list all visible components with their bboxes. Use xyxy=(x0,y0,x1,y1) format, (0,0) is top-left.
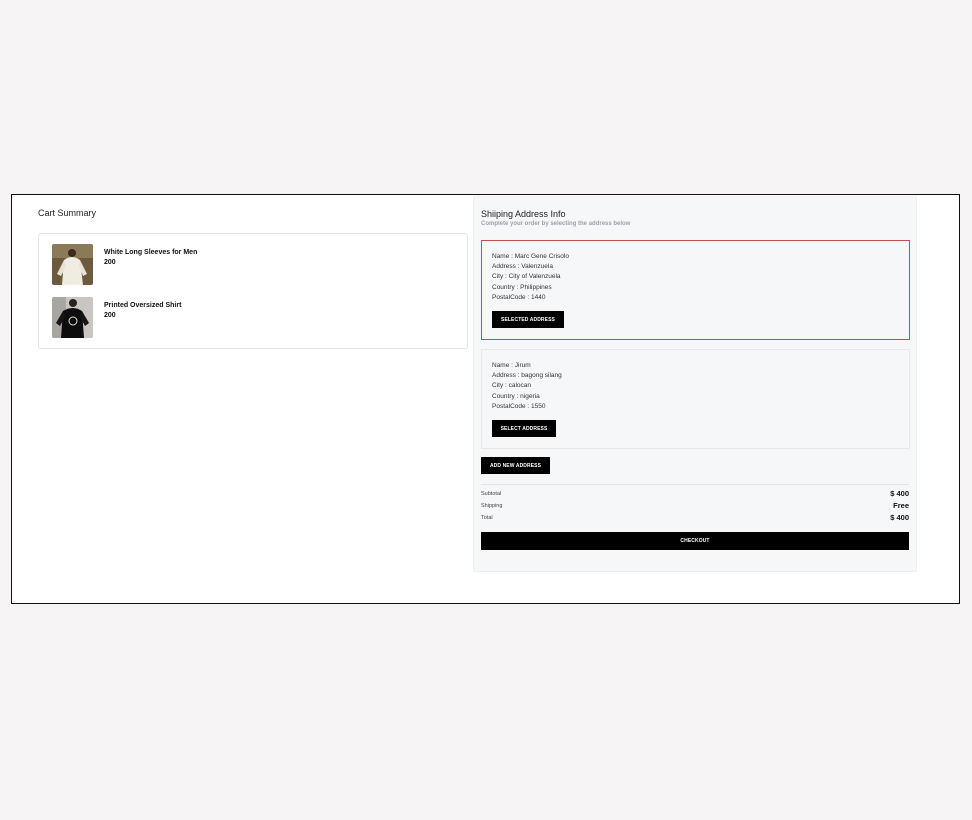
address-name: Name : Jirum xyxy=(492,362,531,369)
address-country: Country : Philippines xyxy=(492,283,552,291)
shipping-panel: Shiiping Address Info Complete your orde… xyxy=(473,196,917,572)
subtotal-label: Subtotal xyxy=(481,490,502,497)
address-city: City : City of Valenzuela xyxy=(492,273,561,281)
address-card[interactable]: Name : Jirum Address : bagong silang Cit… xyxy=(481,349,910,449)
total-label: Total xyxy=(481,514,493,521)
address-details: Name : Marc Gene Crisolo Address : Valen… xyxy=(492,252,569,303)
product-thumbnail-black-shirt[interactable] xyxy=(52,297,93,338)
shipping-title: Shiiping Address Info xyxy=(481,209,566,219)
address-country: Country : nigeria xyxy=(492,392,540,400)
add-new-address-button[interactable]: ADD NEW ADDRESS xyxy=(481,457,550,474)
total-value: $ 400 xyxy=(890,513,909,522)
shipping-subtitle: Complete your order by selecting the add… xyxy=(481,221,631,227)
address-street: Address : Valenzuela xyxy=(492,263,553,271)
checkout-page: Cart Summary White Long Sleeves for Men … xyxy=(11,194,960,604)
subtotal-row: Subtotal $ 400 xyxy=(481,489,909,498)
address-city: City : calocan xyxy=(492,382,532,390)
shipping-label: Shipping xyxy=(481,502,503,509)
cart-summary-title: Cart Summary xyxy=(38,208,97,218)
address-card-selected[interactable]: Name : Marc Gene Crisolo Address : Valen… xyxy=(481,240,910,340)
cart-item-price: 200 xyxy=(104,312,116,319)
address-postal: PostalCode : 1440 xyxy=(492,293,546,301)
select-address-button[interactable]: SELECT ADDRESS xyxy=(492,420,556,437)
address-street: Address : bagong silang xyxy=(492,372,562,380)
summary-divider xyxy=(481,484,909,485)
cart-item[interactable]: White Long Sleeves for Men 200 xyxy=(52,244,197,286)
address-postal: PostalCode : 1550 xyxy=(492,402,546,410)
selected-address-button[interactable]: SELECTED ADDRESS xyxy=(492,311,564,328)
address-name: Name : Marc Gene Crisolo xyxy=(492,253,569,260)
cart-item-name: Printed Oversized Shirt xyxy=(104,302,182,309)
cart-item-name: White Long Sleeves for Men xyxy=(104,249,198,256)
product-thumbnail-white-shirt[interactable] xyxy=(52,244,93,285)
checkout-button[interactable]: CHECKOUT xyxy=(481,532,909,550)
shipping-value: Free xyxy=(893,501,909,510)
shipping-row: Shipping Free xyxy=(481,501,909,510)
cart-item[interactable]: Printed Oversized Shirt 200 xyxy=(52,297,181,339)
cart-items-list: White Long Sleeves for Men 200 Printed O… xyxy=(38,233,468,349)
address-details: Name : Jirum Address : bagong silang Cit… xyxy=(492,361,562,412)
subtotal-value: $ 400 xyxy=(890,489,909,498)
cart-item-price: 200 xyxy=(104,259,116,266)
total-row: Total $ 400 xyxy=(481,513,909,522)
